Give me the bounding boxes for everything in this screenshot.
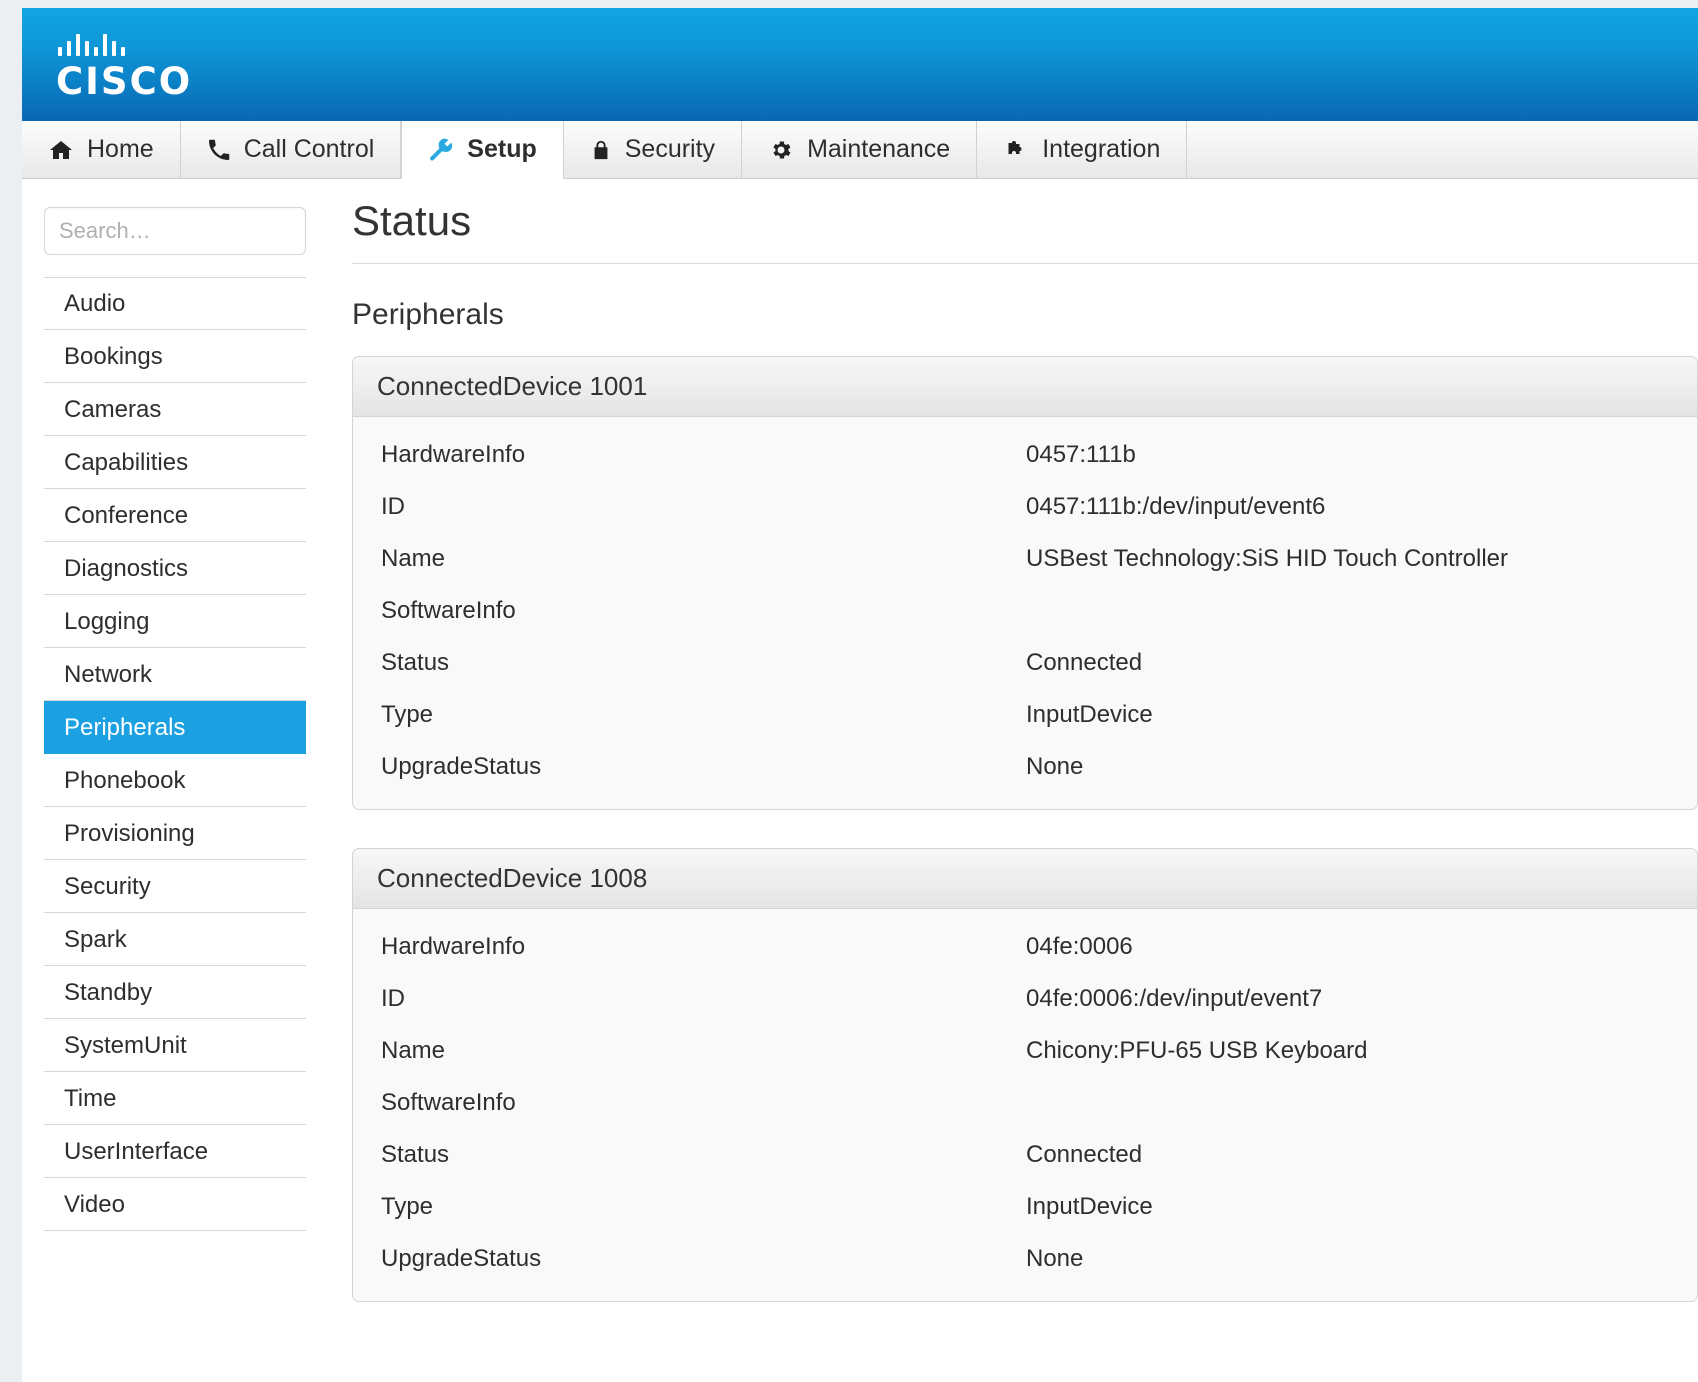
lock-icon (590, 138, 612, 162)
property-value: Connected (1026, 1141, 1143, 1168)
sidebar-item-network[interactable]: Network (44, 648, 306, 701)
property-label: UpgradeStatus (381, 1245, 542, 1272)
home-icon (48, 138, 74, 162)
property-value: InputDevice (1026, 701, 1153, 728)
property-value: USBest Technology:SiS HID Touch Controll… (1026, 545, 1509, 572)
property-label: HardwareInfo (381, 441, 526, 468)
sidebar-search (44, 207, 310, 255)
gear-icon (768, 138, 794, 162)
sidebar-item-capabilities[interactable]: Capabilities (44, 436, 306, 489)
property-value: 0457:111b (1026, 441, 1136, 468)
tab-call-control[interactable]: Call Control (181, 121, 402, 178)
table-row: Name USBest Technology:SiS HID Touch Con… (353, 533, 1697, 585)
tab-integration-label: Integration (1042, 135, 1161, 163)
content-area: Audio Bookings Cameras Capabilities Conf… (22, 179, 1698, 1382)
sidebar-item-security[interactable]: Security (44, 860, 306, 913)
table-row: ID 04fe:0006:/dev/input/event7 (353, 973, 1697, 1025)
sidebar-menu: Audio Bookings Cameras Capabilities Conf… (44, 277, 306, 1231)
property-label: Type (381, 701, 434, 728)
table-row: HardwareInfo 0457:111b (353, 429, 1697, 481)
device-panel: ConnectedDevice 1008 HardwareInfo 04fe:0… (352, 848, 1698, 1302)
device-panel-title: ConnectedDevice 1008 (353, 849, 1697, 909)
property-label: Name (381, 1037, 446, 1064)
main-panel: Status Peripherals ConnectedDevice 1001 … (332, 179, 1698, 1340)
sidebar-item-userinterface[interactable]: UserInterface (44, 1125, 306, 1178)
sidebar-item-diagnostics[interactable]: Diagnostics (44, 542, 306, 595)
tab-security[interactable]: Security (564, 121, 743, 178)
sidebar-item-systemunit[interactable]: SystemUnit (44, 1019, 306, 1072)
property-value: 04fe:0006:/dev/input/event7 (1026, 985, 1323, 1012)
device-panel: ConnectedDevice 1001 HardwareInfo 0457:1… (352, 356, 1698, 810)
tab-maintenance[interactable]: Maintenance (742, 121, 978, 178)
property-value: None (1026, 1245, 1084, 1272)
property-value: InputDevice (1026, 1193, 1153, 1220)
sidebar-item-audio[interactable]: Audio (44, 277, 306, 330)
property-value: 0457:111b:/dev/input/event6 (1026, 493, 1326, 520)
cisco-logo: CISCO (50, 34, 193, 103)
property-value: Chicony:PFU-65 USB Keyboard (1026, 1037, 1368, 1064)
table-row: SoftwareInfo (353, 1077, 1697, 1129)
property-label: ID (381, 493, 405, 520)
property-label: HardwareInfo (381, 933, 526, 960)
app-window: CISCO Home Call Control Setup Security M… (22, 8, 1698, 1382)
sidebar-item-video[interactable]: Video (44, 1178, 306, 1231)
table-row: SoftwareInfo (353, 585, 1697, 637)
table-row: ID 0457:111b:/dev/input/event6 (353, 481, 1697, 533)
page-title: Status (352, 197, 1698, 264)
table-row: Name Chicony:PFU-65 USB Keyboard (353, 1025, 1697, 1077)
sidebar-item-peripherals[interactable]: Peripherals (44, 701, 306, 754)
table-row: HardwareInfo 04fe:0006 (353, 921, 1697, 973)
sidebar-item-spark[interactable]: Spark (44, 913, 306, 966)
main-navigation: Home Call Control Setup Security Mainten… (22, 121, 1698, 179)
sidebar-item-phonebook[interactable]: Phonebook (44, 754, 306, 807)
sidebar-item-bookings[interactable]: Bookings (44, 330, 306, 383)
device-panel-title: ConnectedDevice 1001 (353, 357, 1697, 417)
wrench-icon (428, 138, 454, 162)
device-panel-body: HardwareInfo 0457:111b ID 0457:111b:/dev… (353, 417, 1697, 809)
sidebar-item-logging[interactable]: Logging (44, 595, 306, 648)
property-value: Connected (1026, 649, 1143, 676)
nav-filler (1187, 121, 1698, 178)
cisco-wordmark: CISCO (56, 60, 193, 103)
property-label: Name (381, 545, 446, 572)
phone-icon (207, 138, 231, 162)
tab-home-label: Home (87, 135, 154, 163)
sidebar-item-conference[interactable]: Conference (44, 489, 306, 542)
sidebar: Audio Bookings Cameras Capabilities Conf… (22, 179, 332, 1231)
tab-setup[interactable]: Setup (401, 121, 564, 179)
tab-call-control-label: Call Control (243, 135, 375, 163)
table-row: Status Connected (353, 637, 1697, 689)
property-label: Type (381, 1193, 434, 1220)
table-row: UpgradeStatus None (353, 1233, 1697, 1285)
section-title: Peripherals (352, 298, 504, 331)
property-label: SoftwareInfo (381, 597, 516, 624)
search-input[interactable] (44, 207, 306, 255)
property-label: UpgradeStatus (381, 753, 542, 780)
sidebar-item-time[interactable]: Time (44, 1072, 306, 1125)
puzzle-icon (1003, 138, 1029, 162)
device-panel-body: HardwareInfo 04fe:0006 ID 04fe:0006:/dev… (353, 909, 1697, 1301)
sidebar-item-standby[interactable]: Standby (44, 966, 306, 1019)
tab-setup-label: Setup (467, 135, 537, 163)
property-value: 04fe:0006 (1026, 933, 1133, 960)
table-row: Status Connected (353, 1129, 1697, 1181)
cisco-logo-bars (58, 34, 180, 56)
property-value: None (1026, 753, 1084, 780)
sidebar-item-provisioning[interactable]: Provisioning (44, 807, 306, 860)
property-label: Status (381, 649, 450, 676)
table-row: UpgradeStatus None (353, 741, 1697, 793)
sidebar-item-cameras[interactable]: Cameras (44, 383, 306, 436)
tab-maintenance-label: Maintenance (807, 135, 951, 163)
tab-security-label: Security (624, 135, 716, 163)
tab-integration[interactable]: Integration (977, 121, 1188, 178)
property-label: ID (381, 985, 405, 1012)
table-row: Type InputDevice (353, 1181, 1697, 1233)
brand-header: CISCO (22, 8, 1698, 121)
tab-home[interactable]: Home (22, 121, 181, 178)
property-label: Status (381, 1141, 450, 1168)
property-label: SoftwareInfo (381, 1089, 516, 1116)
table-row: Type InputDevice (353, 689, 1697, 741)
